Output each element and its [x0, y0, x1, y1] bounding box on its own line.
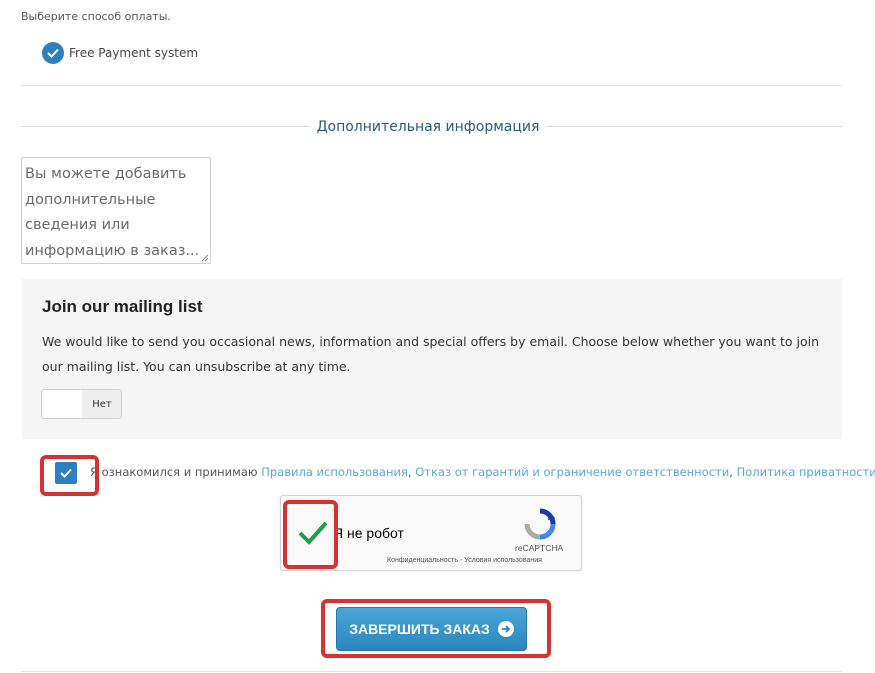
recaptcha-logo-icon — [524, 508, 556, 540]
resize-grip-icon[interactable] — [201, 254, 209, 262]
payment-method-title: Выберите способ оплаты. — [21, 10, 171, 23]
toggle-knob[interactable] — [42, 390, 82, 418]
mailing-list-title: Join our mailing list — [42, 297, 203, 316]
mailing-list-panel: Join our mailing list We would like to s… — [22, 279, 842, 439]
order-note-textarea[interactable]: Вы можете добавить дополнительные сведен… — [21, 157, 211, 264]
payment-option-label: Free Payment system — [69, 46, 199, 60]
mailing-list-toggle[interactable]: Нет — [41, 389, 122, 419]
divider — [21, 85, 842, 86]
captcha-label: Я не робот — [333, 525, 404, 541]
highlight-submit-button — [321, 599, 551, 658]
toggle-value: Нет — [82, 390, 121, 418]
mailing-list-description: We would like to send you occasional new… — [42, 334, 820, 374]
recaptcha-brand: reCAPTCHA — [515, 543, 564, 553]
disclaimer-link[interactable]: Отказ от гарантий и ограничение ответств… — [415, 465, 729, 479]
bottom-divider — [21, 671, 842, 672]
terms-text: Я ознакомился и принимаю Правила использ… — [90, 465, 875, 479]
recaptcha-links[interactable]: Конфиденциальность - Условия использован… — [387, 557, 542, 564]
highlight-captcha — [283, 500, 338, 569]
payment-option-free[interactable]: Free Payment system — [42, 42, 198, 64]
terms-of-use-link[interactable]: Правила использования — [261, 465, 408, 479]
highlight-terms-checkbox — [40, 455, 99, 496]
order-note-placeholder: Вы можете добавить дополнительные сведен… — [25, 166, 200, 259]
check-circle-icon[interactable] — [42, 42, 64, 64]
additional-info-title: Дополнительная информация — [0, 119, 856, 135]
privacy-policy-link[interactable]: Политика приватности — [737, 465, 875, 479]
